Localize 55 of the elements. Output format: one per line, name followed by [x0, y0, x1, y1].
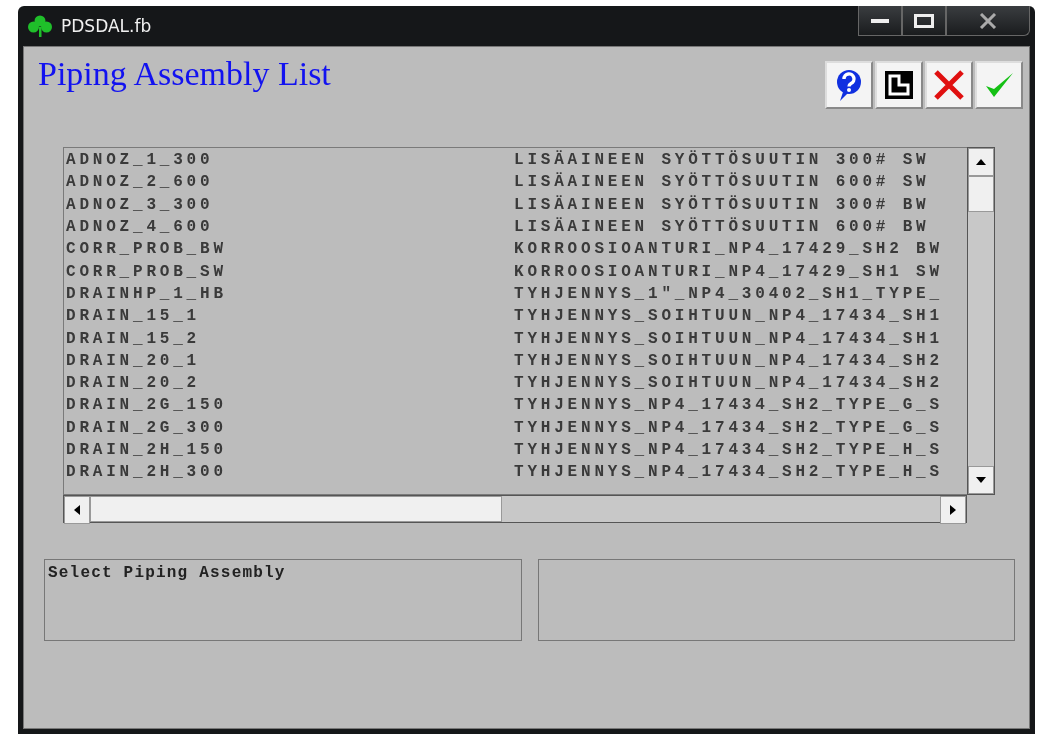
assembly-description[interactable]: TYHJENNYS_SOIHTUUN_NP4_17434_SH1	[514, 329, 943, 348]
maximize-icon	[914, 13, 934, 28]
assembly-name[interactable]: DRAIN_15_1	[66, 307, 514, 326]
help-button[interactable]	[825, 61, 873, 109]
assembly-description[interactable]: KORROOSIOANTURI_NP4_17429_SH1 SW	[514, 262, 943, 281]
assembly-description[interactable]: TYHJENNYS_SOIHTUUN_NP4_17434_SH2	[514, 351, 943, 370]
assembly-name[interactable]: DRAIN_2G_150	[66, 396, 514, 415]
assembly-name[interactable]: CORR_PROB_BW	[66, 240, 514, 259]
assembly-description[interactable]: TYHJENNYS_SOIHTUUN_NP4_17434_SH1	[514, 307, 943, 326]
assembly-name[interactable]: ADNOZ_2_600	[66, 173, 514, 192]
status-message: Select Piping Assembly	[48, 564, 286, 582]
minimize-icon	[871, 17, 889, 24]
clover-icon	[27, 15, 53, 37]
assembly-description[interactable]: LISÄAINEEN SYÖTTÖSUUTIN 600# BW	[514, 218, 930, 237]
scroll-thumb[interactable]	[90, 496, 502, 522]
assembly-name[interactable]: DRAIN_2H_300	[66, 463, 514, 482]
assembly-name[interactable]: ADNOZ_1_300	[66, 151, 514, 170]
ok-button[interactable]	[975, 61, 1023, 109]
right-arrow-icon	[950, 505, 956, 515]
assembly-description[interactable]: TYHJENNYS_NP4_17434_SH2_TYPE_G_S	[514, 396, 943, 415]
help-icon	[834, 68, 864, 102]
assembly-description[interactable]: TYHJENNYS_SOIHTUUN_NP4_17434_SH2	[514, 374, 943, 393]
assembly-name[interactable]: CORR_PROB_SW	[66, 262, 514, 281]
assembly-description[interactable]: TYHJENNYS_NP4_17434_SH2_TYPE_G_S	[514, 418, 943, 437]
dialog-heading: Piping Assembly List	[38, 55, 331, 93]
close-icon	[932, 68, 966, 102]
close-button[interactable]	[946, 6, 1030, 36]
window-title: PDSDAL.fb	[61, 16, 152, 36]
assembly-description[interactable]: KORROOSIOANTURI_NP4_17429_SH2 BW	[514, 240, 943, 259]
maximize-button[interactable]	[902, 6, 946, 36]
assembly-name[interactable]: DRAINHP_1_HB	[66, 284, 514, 303]
assembly-name[interactable]: ADNOZ_3_300	[66, 195, 514, 214]
assembly-description[interactable]: TYHJENNYS_NP4_17434_SH2_TYPE_H_S	[514, 441, 943, 459]
assembly-description[interactable]: TYHJENNYS_NP4_17434_SH2_TYPE_H_S	[514, 463, 943, 482]
assembly-name[interactable]: DRAIN_2G_300	[66, 418, 514, 437]
frame-icon	[884, 70, 914, 100]
left-arrow-icon	[74, 505, 80, 515]
vertical-scrollbar[interactable]	[967, 147, 995, 495]
down-arrow-icon	[976, 477, 986, 483]
horizontal-scrollbar[interactable]	[63, 495, 967, 523]
close-icon	[979, 12, 997, 29]
frame-button[interactable]	[875, 61, 923, 109]
up-arrow-icon	[976, 159, 986, 165]
assembly-description[interactable]: LISÄAINEEN SYÖTTÖSUUTIN 300# SW	[514, 151, 930, 170]
assembly-name[interactable]: DRAIN_15_2	[66, 329, 514, 348]
minimize-button[interactable]	[858, 6, 902, 36]
assembly-name[interactable]: DRAIN_20_2	[66, 374, 514, 393]
assembly-description[interactable]: TYHJENNYS_1"_NP4_30402_SH1_TYPE_	[514, 284, 943, 303]
cancel-button[interactable]	[925, 61, 973, 109]
assembly-name[interactable]: DRAIN_2H_150	[66, 441, 514, 459]
assembly-name[interactable]: DRAIN_20_1	[66, 351, 514, 370]
assembly-name[interactable]: ADNOZ_4_600	[66, 218, 514, 237]
assembly-description[interactable]: LISÄAINEEN SYÖTTÖSUUTIN 600# SW	[514, 173, 930, 192]
scroll-thumb[interactable]	[968, 176, 994, 212]
assembly-description[interactable]: LISÄAINEEN SYÖTTÖSUUTIN 300# BW	[514, 195, 930, 214]
